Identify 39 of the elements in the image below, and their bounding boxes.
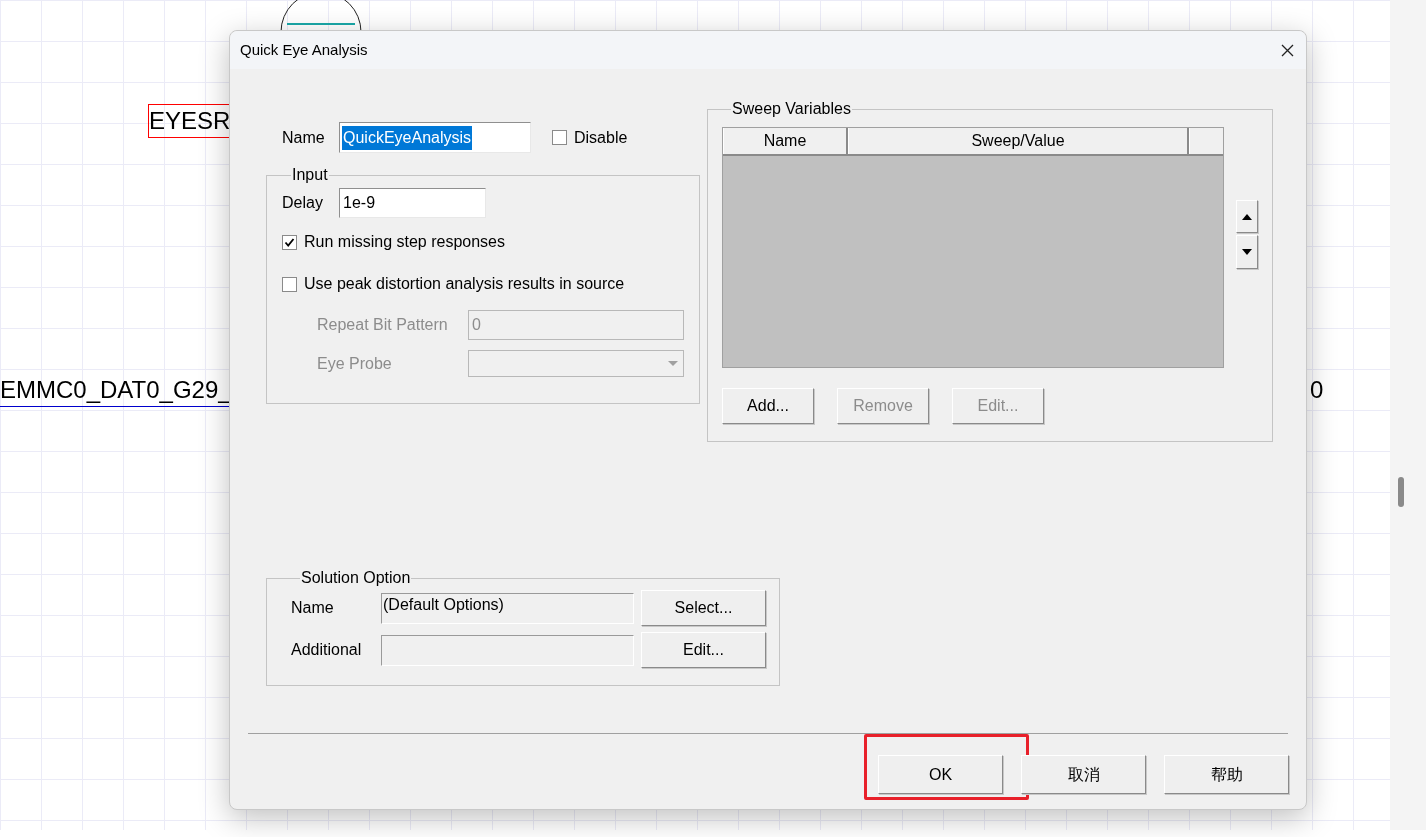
dialog-button[interactable]: 帮助	[1164, 755, 1289, 794]
dialog-button[interactable]: OK	[878, 755, 1003, 794]
column-header[interactable]: Sweep/Value	[848, 128, 1189, 154]
checkbox-label: Disable	[574, 127, 628, 148]
edit-button[interactable]: Edit...	[641, 632, 766, 668]
delay-field[interactable]: 1e-9	[339, 188, 486, 218]
sweep-button[interactable]: Add...	[722, 388, 814, 424]
dialog-button[interactable]: 取消	[1021, 755, 1146, 794]
field-label: Repeat Bit Pattern	[317, 315, 449, 335]
up-triangle-icon	[1241, 212, 1253, 221]
net-label: 0	[1310, 375, 1324, 405]
field-label: Delay	[282, 193, 324, 213]
close-icon[interactable]	[1281, 43, 1294, 57]
checkbox[interactable]	[552, 130, 567, 145]
checkbox-label: Run missing step responses	[304, 232, 505, 252]
group-title: Input	[291, 165, 329, 185]
eye-probe-dropdown[interactable]	[468, 350, 684, 377]
move-down-button[interactable]	[1236, 235, 1258, 269]
name-field[interactable]: QuickEyeAnalysis	[339, 122, 531, 153]
field-label: Name	[282, 127, 326, 148]
additional-field[interactable]	[381, 634, 634, 666]
solution-name-field[interactable]: (Default Options)	[381, 592, 634, 624]
group-title: Sweep Variables	[731, 99, 852, 119]
checkbox[interactable]	[282, 234, 297, 250]
field-value: QuickEyeAnalysis	[342, 125, 473, 150]
window-title: Quick Eye Analysis	[240, 39, 368, 60]
column-header[interactable]: Name	[723, 128, 848, 154]
checkbox[interactable]	[282, 276, 297, 292]
circle-symbol-icon	[280, 0, 362, 32]
move-up-button[interactable]	[1236, 200, 1258, 233]
checkbox-label: Use peak distortion analysis results in source	[304, 274, 625, 294]
select-button[interactable]: Select...	[641, 590, 766, 626]
field-label: Name	[291, 598, 335, 618]
scrollbar-thumb[interactable]	[1398, 477, 1404, 507]
field-label: Eye Probe	[317, 353, 393, 374]
group-title: Solution Option	[300, 568, 412, 588]
field-label: Additional	[291, 640, 363, 660]
caret-icon	[668, 361, 678, 366]
down-triangle-icon	[1241, 248, 1253, 256]
